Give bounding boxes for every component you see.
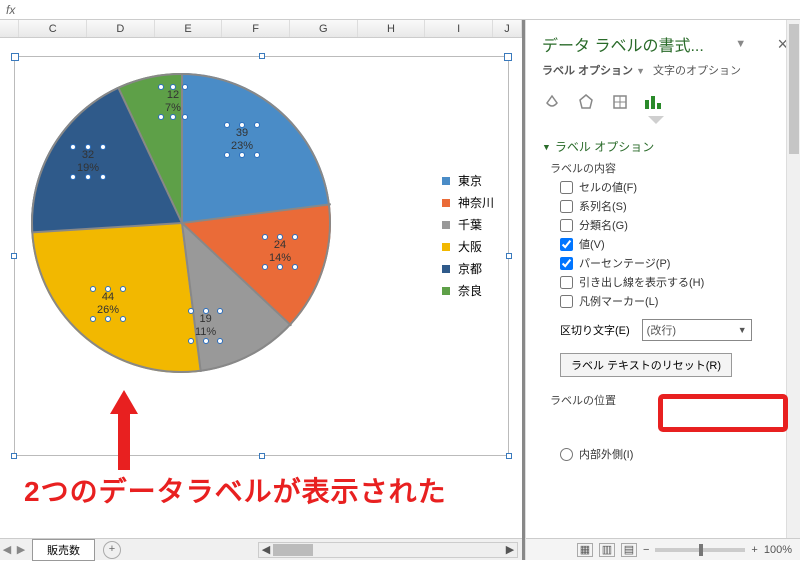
tab-next-icon[interactable]: ▶ [14,543,28,556]
annotation-arrow [112,390,136,470]
grid-body[interactable]: 3923% 2414% 1911% 4426% [0,38,522,478]
legend-item: 神奈川 [442,194,494,211]
separator-label: 区切り文字(E) [560,322,630,338]
tab-prev-icon[interactable]: ◀ [0,543,14,556]
sub-label-content: ラベルの内容 [550,160,786,176]
panel-menu-caret-icon[interactable]: ▼ [735,38,746,50]
formula-bar[interactable]: fx [0,0,800,20]
separator-combobox[interactable]: (改行) ▼ [642,319,752,341]
section-label-options[interactable]: ラベル オプション [542,138,786,155]
data-label-osaka[interactable]: 4426% [93,289,123,319]
scroll-right-icon[interactable]: ▶ [503,543,517,557]
col-header[interactable]: D [87,20,155,37]
worksheet-area: C D E F G H I J [0,20,525,560]
check-leader-lines[interactable]: 引き出し線を表示する(H) [560,274,786,290]
radio-inside-end[interactable]: 内部外側(I) [560,446,786,462]
scroll-thumb[interactable] [273,544,313,556]
data-label-chiba[interactable]: 1911% [191,311,220,341]
check-legend-marker[interactable]: 凡例マーカー(L) [560,293,786,309]
legend-item: 千葉 [442,216,494,233]
data-label-nara[interactable]: 127% [161,87,185,117]
legend-item: 京都 [442,260,494,277]
col-header[interactable]: G [290,20,358,37]
check-series-name[interactable]: 系列名(S) [560,198,786,214]
col-header[interactable]: I [425,20,493,37]
view-page-break-icon[interactable]: ▤ [621,543,637,557]
data-label-kyoto[interactable]: 3219% [73,147,103,177]
check-category-name[interactable]: 分類名(G) [560,217,786,233]
view-page-layout-icon[interactable]: ▥ [599,543,615,557]
chart-legend[interactable]: 東京 神奈川 千葉 大阪 京都 奈良 [442,167,494,304]
col-header[interactable]: E [155,20,223,37]
select-all-corner[interactable] [0,20,19,37]
subtab-text-options[interactable]: 文字のオプション [653,62,741,78]
panel-title: データ ラベルの書式... [542,32,704,56]
zoom-level[interactable]: 100% [764,544,792,556]
chevron-down-icon: ▼ [738,325,747,335]
column-headers: C D E F G H I J [0,20,522,38]
col-header[interactable]: H [358,20,426,37]
reset-label-text-button[interactable]: ラベル テキストのリセット(R) [560,353,732,377]
zoom-in-button[interactable]: + [751,544,757,556]
label-options-icon[interactable] [644,92,664,112]
legend-item: 大阪 [442,238,494,255]
zoom-slider[interactable] [655,548,745,552]
sub-label-position: ラベルの位置 [550,392,786,408]
scroll-left-icon[interactable]: ◀ [259,543,273,557]
legend-item: 奈良 [442,282,494,299]
format-data-labels-pane: データ ラベルの書式... ▼ × ラベル オプション ▼ 文字のオプション ラ… [525,20,800,560]
view-normal-icon[interactable]: ▦ [577,543,593,557]
effects-icon[interactable] [576,92,596,112]
horizontal-scrollbar[interactable]: ◀ ▶ [258,542,518,558]
panel-category-icons [526,86,800,116]
data-label-kanagawa[interactable]: 2414% [265,237,295,267]
col-header[interactable]: J [493,20,522,37]
status-bar: ▦ ▥ ▤ − + 100% [526,538,800,560]
annotation-caption: 2つのデータラベルが表示された [24,470,447,510]
check-cell-value[interactable]: セルの値(F) [560,179,786,195]
data-label-tokyo[interactable]: 3923% [227,125,257,155]
pie-chart[interactable]: 3923% 2414% 1911% 4426% [31,73,331,373]
chart-object[interactable]: 3923% 2414% 1911% 4426% [14,56,509,456]
zoom-out-button[interactable]: − [643,544,649,556]
fill-line-icon[interactable] [542,92,562,112]
sheet-tab[interactable]: 販売数 [32,539,95,561]
col-header[interactable]: F [222,20,290,37]
check-value[interactable]: 値(V) [560,236,786,252]
fx-icon: fx [6,3,15,17]
check-percentage[interactable]: パーセンテージ(P) [560,255,786,271]
size-properties-icon[interactable] [610,92,630,112]
col-header[interactable]: C [19,20,87,37]
sheet-tab-bar: ◀ ▶ 販売数 + ◀ ▶ [0,538,522,560]
legend-item: 東京 [442,172,494,189]
subtab-label-options[interactable]: ラベル オプション ▼ [542,62,645,78]
add-sheet-button[interactable]: + [103,541,121,559]
